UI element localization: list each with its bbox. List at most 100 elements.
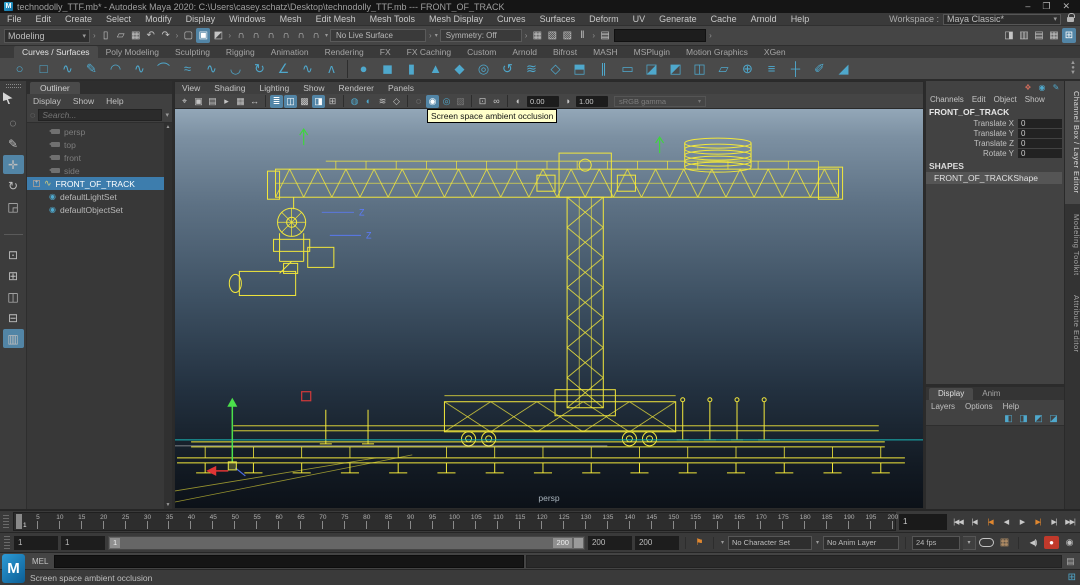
menu-help[interactable]: Help [784,14,817,24]
live-surface-field[interactable]: No Live Surface [330,29,426,42]
play-forwards-button[interactable]: ▶ [1014,514,1030,530]
set-character-key-icon[interactable]: ⚑ [692,537,707,548]
menu-modify[interactable]: Modify [138,14,179,24]
shelf-scroll-spinner[interactable]: ▲●▼ [1068,61,1080,76]
exposure-icon[interactable]: ◐ [512,95,525,108]
resolution-gate-icon[interactable]: ▤ [206,95,219,108]
field-chart-icon[interactable]: ▦ [234,95,247,108]
new-layer-icon[interactable]: ◩ [1032,413,1045,425]
fog-icon[interactable]: ≋ [376,95,389,108]
time-ruler[interactable]: 1 51015202530354045505560657075808590951… [13,512,896,531]
loft-icon[interactable]: ≋ [520,58,543,79]
shaded-mode-icon[interactable]: ◫ [284,95,297,108]
select-hierarchy-icon[interactable]: ▢ [181,28,195,43]
range-end-nub[interactable] [574,538,583,548]
playback-loop-icon[interactable] [979,538,994,547]
layer-toggle-a-icon[interactable]: ◧ [1002,413,1015,425]
channel-speed-icon[interactable]: ◉ [1036,82,1048,93]
toggle-hypershade-icon[interactable]: ▥ [1017,28,1031,43]
channel-menu-channels[interactable]: Channels [926,95,968,104]
shelf-tab-fx[interactable]: FX [372,46,399,58]
outliner-item-front[interactable]: front [27,151,172,164]
channel-manipulator-icon[interactable]: ❖ [1022,82,1034,93]
select-object-icon[interactable]: ▣ [196,28,210,43]
bezier-curve-icon[interactable]: ∿ [128,58,151,79]
pan-zoom-icon[interactable]: ↔ [248,95,261,108]
attribute-label[interactable]: Rotate Y [926,149,1018,158]
viewport-menu-lighting[interactable]: Lighting [252,83,296,93]
menu-curves[interactable]: Curves [490,14,533,24]
script-editor-icon[interactable]: ▤ [1064,556,1077,567]
shelf-tab-motion-graphics[interactable]: Motion Graphics [678,46,756,58]
channel-edit-icon[interactable]: ✎ [1050,82,1062,93]
smooth-wire-icon[interactable]: ◇ [390,95,403,108]
render-current-frame-icon[interactable]: ▦ [530,28,544,43]
wireframe-mode-icon[interactable]: ≣ [270,95,283,108]
range-end-handle[interactable]: 200 [553,538,572,548]
side-tab-channel-box-layer-editor[interactable]: Channel Box / Layer Editor [1065,81,1080,204]
workspace-lock-icon[interactable] [1067,17,1074,22]
pencil-curve-tool-icon[interactable]: ✎ [80,58,103,79]
shelf-tab-rendering[interactable]: Rendering [317,46,372,58]
insert-knot-icon[interactable]: ◡ [224,58,247,79]
chevron-down-icon[interactable]: ▾ [815,539,820,546]
attach-surfaces-icon[interactable]: ⊕ [736,58,759,79]
lasso-tool[interactable]: ◌ [3,113,24,132]
anim-layer-dropdown[interactable]: No Anim Layer [823,536,899,550]
menu-display[interactable]: Display [179,14,223,24]
extrude-icon[interactable]: ⬒ [568,58,591,79]
layout-persp-outliner[interactable]: ◫ [3,287,24,306]
shadows-icon[interactable]: ◐ [362,95,375,108]
nurbs-cylinder-icon[interactable]: ▮ [400,58,423,79]
ep-curve-tool-icon[interactable]: ∿ [56,58,79,79]
layout-outliner-persp[interactable]: ▥ [3,329,24,348]
attribute-label[interactable]: Translate Z [926,139,1018,148]
shelf-tab-arnold[interactable]: Arnold [504,46,545,58]
viewport-menu-panels[interactable]: Panels [381,83,421,93]
snap-projected-center-icon[interactable]: ∩ [279,28,293,43]
shelf-tab-bifrost[interactable]: Bifrost [545,46,585,58]
exposure-field[interactable]: 0.00 [527,96,559,107]
layout-two-stacked[interactable]: ⊟ [3,308,24,327]
toolbox-grip[interactable] [6,84,21,88]
pause-viewport-icon[interactable]: ‖ [575,28,589,43]
outliner-menu-show[interactable]: Show [67,96,100,106]
shelf-tab-poly-modeling[interactable]: Poly Modeling [98,46,167,58]
save-scene-icon[interactable]: ▦ [129,28,143,43]
menu-set-selector[interactable]: Modeling ▾ [4,29,90,43]
surface-editing-icon[interactable]: ◢ [832,58,855,79]
layer-menu-help[interactable]: Help [998,402,1024,411]
outliner-item-front-of-track[interactable]: +∿FRONT_OF_TRACK [27,177,172,190]
layer-menu-options[interactable]: Options [960,402,998,411]
animation-start-field[interactable]: 1 [14,536,58,550]
shelf-tab-msplugin[interactable]: MSPlugin [626,46,678,58]
chevron-down-icon[interactable]: ▾ [435,32,438,39]
chevron-down-icon[interactable]: ▾ [720,539,725,546]
reverse-curve-icon[interactable]: ʌ [320,58,343,79]
snap-point-icon[interactable]: ∩ [264,28,278,43]
menu-generate[interactable]: Generate [652,14,704,24]
bevel-icon[interactable]: ◪ [640,58,663,79]
nurbs-circle-icon[interactable]: ○ [8,58,31,79]
snap-grid-icon[interactable]: ∩ [234,28,248,43]
menu-mesh-tools[interactable]: Mesh Tools [363,14,422,24]
workspace-selector[interactable]: Maya Classic* ▾ [943,14,1061,25]
toggle-attribute-editor-icon[interactable]: ▦ [1047,28,1061,43]
quick-selection-input[interactable] [614,29,706,42]
menu-mesh-display[interactable]: Mesh Display [422,14,490,24]
gate-mask-icon[interactable]: ▸ [220,95,233,108]
channel-menu-object[interactable]: Object [990,95,1021,104]
gamma-icon[interactable]: ◑ [561,95,574,108]
menu-edit[interactable]: Edit [29,14,59,24]
menu-deform[interactable]: Deform [582,14,626,24]
symmetry-field[interactable]: Symmetry: Off [440,29,522,42]
viewport-menu-view[interactable]: View [175,83,207,93]
attach-curves-icon[interactable]: ≈ [176,58,199,79]
step-forward-frame-button[interactable]: ▶| [1046,514,1062,530]
animation-preferences-icon[interactable]: ◉ [1062,537,1077,548]
textured-mode-icon[interactable]: ▩ [298,95,311,108]
character-set-dropdown[interactable]: No Character Set [728,536,812,550]
viewport-canvas[interactable]: Screen space ambient occlusion [175,109,923,508]
attribute-label[interactable]: Translate Y [926,129,1018,138]
select-camera-icon[interactable]: ⌖ [178,95,191,108]
